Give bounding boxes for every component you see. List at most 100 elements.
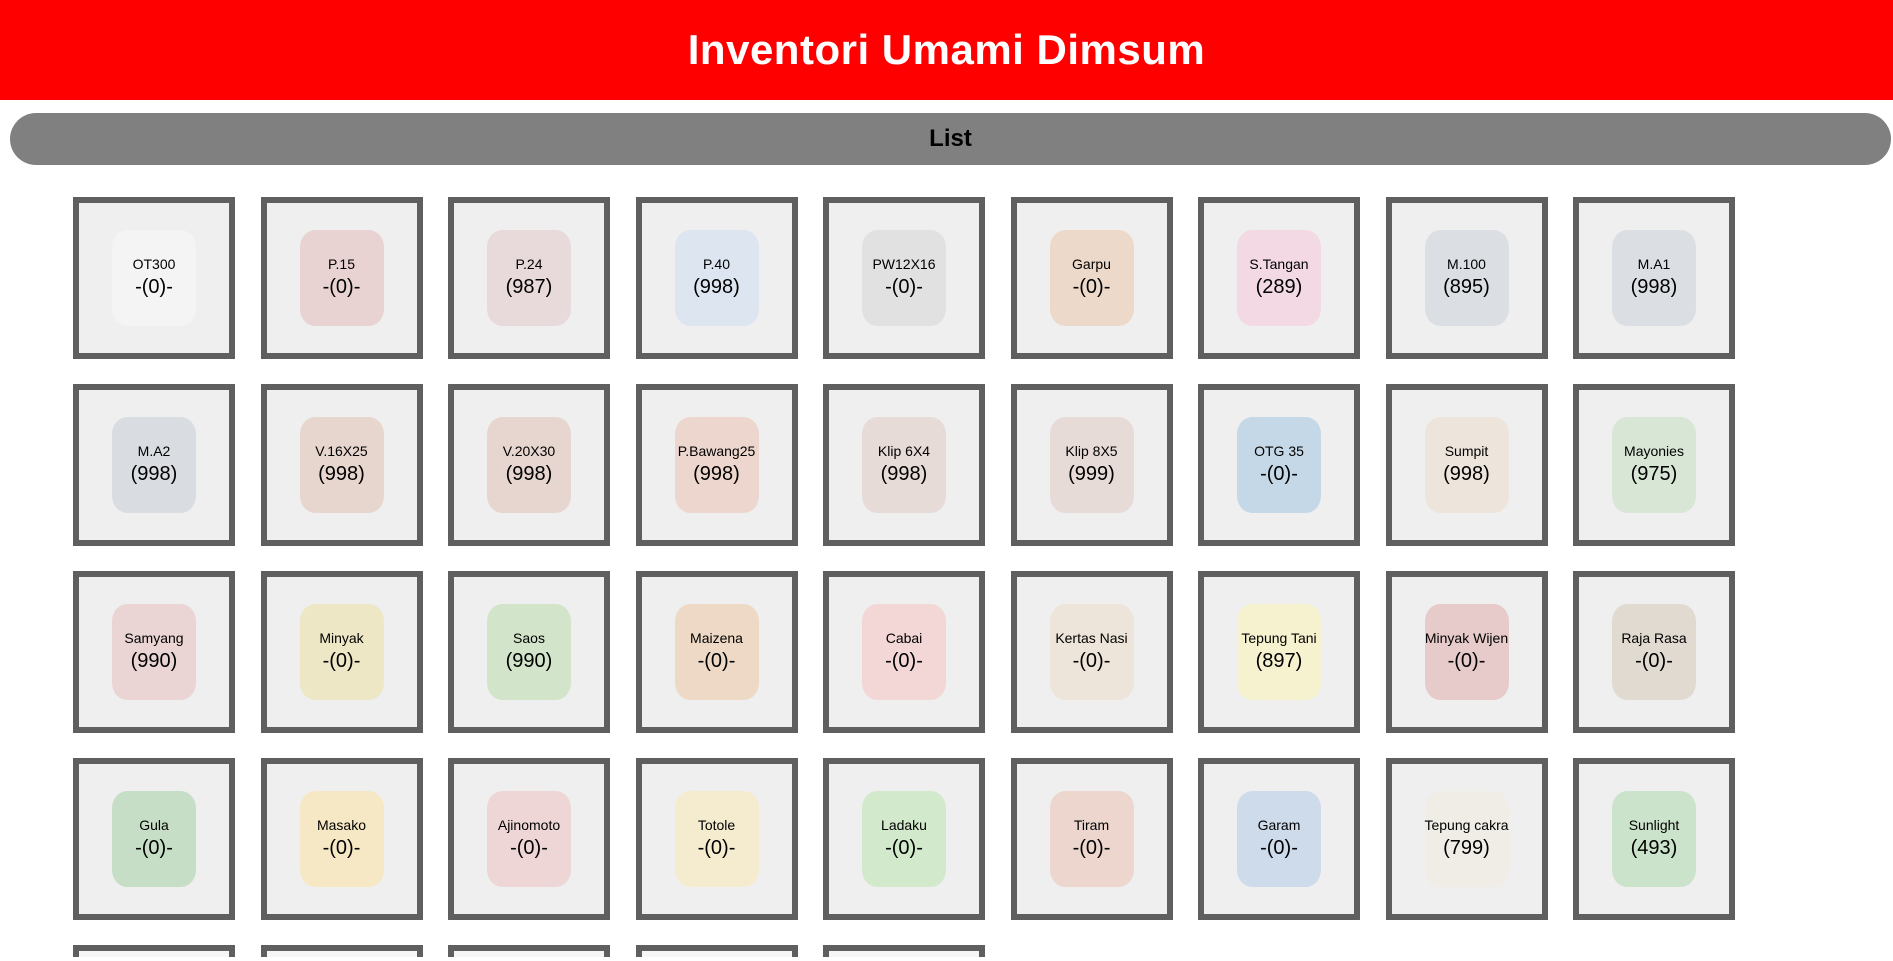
item-name: Cabai xyxy=(885,630,923,646)
item-quantity: -(0)- xyxy=(1260,463,1298,485)
inventory-item-tile-partial[interactable] xyxy=(635,945,798,957)
inventory-item-tile[interactable]: P.40 (998) xyxy=(635,197,798,359)
item-name: Garam xyxy=(1257,817,1301,833)
item-label: Mayonies (975) xyxy=(1579,444,1729,484)
item-name: Raja Rasa xyxy=(1621,630,1687,646)
item-quantity: -(0)- xyxy=(322,650,361,672)
item-quantity: (998) xyxy=(693,463,740,485)
inventory-item-tile[interactable]: P.24 (987) xyxy=(448,197,610,359)
inventory-item-tile[interactable]: Sunlight (493) xyxy=(1573,758,1735,920)
inventory-item-tile[interactable]: Tepung Tani (897) xyxy=(1198,571,1360,733)
inventory-item-tile-partial[interactable] xyxy=(823,945,985,957)
inventory-item-tile[interactable]: Garpu -(0)- xyxy=(1010,197,1173,359)
inventory-item-tile[interactable]: Gula -(0)- xyxy=(73,758,235,920)
inventory-item-tile[interactable]: Mayonies (975) xyxy=(1573,384,1735,546)
inventory-item-tile[interactable]: Ajinomoto -(0)- xyxy=(448,758,610,920)
inventory-item-tile[interactable]: Tepung cakra (799) xyxy=(1385,758,1548,920)
item-name: Samyang xyxy=(124,630,184,646)
inventory-item-tile[interactable]: Minyak Wijen -(0)- xyxy=(1385,571,1548,733)
item-quantity: -(0)- xyxy=(510,837,548,859)
item-quantity: -(0)- xyxy=(1072,837,1111,859)
inventory-item-tile[interactable]: Masako -(0)- xyxy=(260,758,423,920)
item-name: Sumpit xyxy=(1444,443,1489,459)
inventory-item-tile[interactable]: PW12X16 -(0)- xyxy=(823,197,985,359)
item-quantity: (289) xyxy=(1255,276,1303,298)
item-name: V.20X30 xyxy=(502,443,556,459)
inventory-item-tile[interactable]: V.20X30 (998) xyxy=(448,384,610,546)
inventory-item-tile[interactable]: Totole -(0)- xyxy=(635,758,798,920)
item-quantity: (998) xyxy=(693,276,740,298)
inventory-item-tile[interactable]: P.Bawang25 (998) xyxy=(635,384,798,546)
item-label: M.A1 (998) xyxy=(1579,257,1729,297)
item-name: Masako xyxy=(316,817,367,833)
inventory-item-tile[interactable]: Garam -(0)- xyxy=(1198,758,1360,920)
item-quantity: (895) xyxy=(1443,276,1490,298)
item-quantity: (493) xyxy=(1630,837,1678,859)
item-name: Minyak Wijen xyxy=(1424,630,1509,646)
inventory-item-tile[interactable]: P.15 -(0)- xyxy=(260,197,423,359)
inventory-item-tile[interactable]: V.16X25 (998) xyxy=(260,384,423,546)
item-label: Sunlight (493) xyxy=(1579,818,1729,858)
item-name: M.100 xyxy=(1447,256,1486,272)
item-label: Ajinomoto -(0)- xyxy=(454,818,604,858)
item-quantity: -(0)- xyxy=(697,650,736,672)
item-name: OT300 xyxy=(132,256,176,272)
inventory-item-tile[interactable]: Minyak -(0)- xyxy=(260,571,423,733)
item-label: Raja Rasa -(0)- xyxy=(1579,631,1729,671)
item-quantity: -(0)- xyxy=(322,276,361,298)
inventory-item-tile[interactable]: Maizena -(0)- xyxy=(635,571,798,733)
item-label: Garam -(0)- xyxy=(1204,818,1354,858)
item-label: Klip 8X5 (999) xyxy=(1017,444,1167,484)
item-name: Gula xyxy=(139,817,169,833)
inventory-item-tile[interactable]: S.Tangan (289) xyxy=(1198,197,1360,359)
list-tab-label: List xyxy=(929,125,972,152)
item-name: Kertas Nasi xyxy=(1055,630,1128,646)
item-quantity: -(0)- xyxy=(885,650,923,672)
inventory-item-tile-partial[interactable] xyxy=(260,945,423,957)
item-label: V.16X25 (998) xyxy=(267,444,417,484)
page-title: Inventori Umami Dimsum xyxy=(687,26,1206,73)
inventory-item-tile[interactable]: OT300 -(0)- xyxy=(73,197,235,359)
item-quantity: -(0)- xyxy=(1072,650,1111,672)
item-name: P.Bawang25 xyxy=(677,443,756,459)
item-label: Tiram -(0)- xyxy=(1017,818,1167,858)
inventory-item-tile[interactable]: Samyang (990) xyxy=(73,571,235,733)
item-quantity: (999) xyxy=(1068,463,1115,485)
app-header: Inventori Umami Dimsum xyxy=(0,0,1893,100)
inventory-item-tile-partial[interactable] xyxy=(73,945,235,957)
inventory-item-tile[interactable]: Klip 8X5 (999) xyxy=(1010,384,1173,546)
item-quantity: -(0)- xyxy=(1635,650,1673,672)
inventory-item-tile[interactable]: OTG 35 -(0)- xyxy=(1198,384,1360,546)
inventory-grid: OT300 -(0)- P.15 -(0)- P.24 (987) P.40 (998) PW1… xyxy=(73,197,1735,957)
item-label: Minyak -(0)- xyxy=(267,631,417,671)
item-label: P.Bawang25 (998) xyxy=(642,444,792,484)
item-name: Totole xyxy=(697,817,736,833)
item-name: Klip 8X5 xyxy=(1065,443,1118,459)
item-label: M.A2 (998) xyxy=(79,444,229,484)
item-quantity: (998) xyxy=(505,463,553,485)
list-tab-bar[interactable]: List xyxy=(10,113,1891,165)
inventory-item-tile[interactable]: M.A2 (998) xyxy=(73,384,235,546)
inventory-item-tile[interactable]: Klip 6X4 (998) xyxy=(823,384,985,546)
inventory-item-tile[interactable]: Raja Rasa -(0)- xyxy=(1573,571,1735,733)
item-quantity: -(0)- xyxy=(697,837,736,859)
inventory-item-tile-partial[interactable] xyxy=(448,945,610,957)
inventory-item-tile[interactable]: Ladaku -(0)- xyxy=(823,758,985,920)
inventory-item-tile[interactable]: M.A1 (998) xyxy=(1573,197,1735,359)
item-label: Minyak Wijen -(0)- xyxy=(1392,631,1542,671)
inventory-item-tile[interactable]: Saos (990) xyxy=(448,571,610,733)
item-name: Garpu xyxy=(1072,256,1111,272)
item-name: Saos xyxy=(513,630,545,646)
item-label: S.Tangan (289) xyxy=(1204,257,1354,297)
item-quantity: (975) xyxy=(1630,463,1678,485)
item-quantity: (998) xyxy=(130,463,178,485)
item-name: Maizena xyxy=(690,630,743,646)
item-name: Tiram xyxy=(1073,817,1110,833)
inventory-item-tile[interactable]: Sumpit (998) xyxy=(1385,384,1548,546)
item-label: Ladaku -(0)- xyxy=(829,818,979,858)
inventory-item-tile[interactable]: Kertas Nasi -(0)- xyxy=(1010,571,1173,733)
item-quantity: (799) xyxy=(1443,837,1490,859)
inventory-item-tile[interactable]: M.100 (895) xyxy=(1385,197,1548,359)
inventory-item-tile[interactable]: Cabai -(0)- xyxy=(823,571,985,733)
inventory-item-tile[interactable]: Tiram -(0)- xyxy=(1010,758,1173,920)
